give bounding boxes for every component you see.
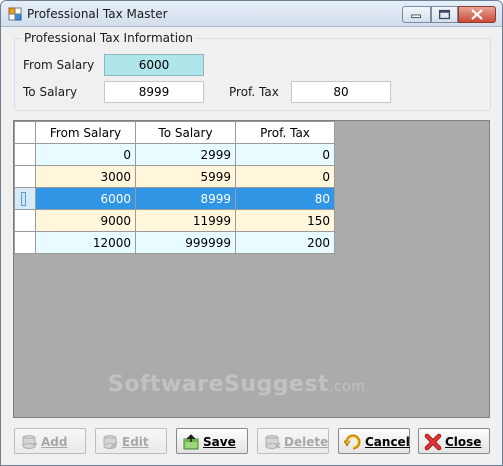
table-row[interactable]: 3000 5999 0: [14, 165, 335, 188]
row-header-selected[interactable]: [14, 187, 36, 210]
save-icon: [183, 434, 199, 450]
cell-to-salary[interactable]: 2999: [135, 143, 236, 166]
app-window: Professional Tax Master Professional Tax…: [0, 0, 503, 466]
save-button[interactable]: Save: [176, 428, 248, 454]
window-title: Professional Tax Master: [27, 7, 168, 21]
title-bar[interactable]: Professional Tax Master: [1, 1, 502, 27]
row-header[interactable]: [14, 165, 36, 188]
save-button-label: Save: [203, 435, 236, 449]
add-button-label: Add: [41, 435, 68, 449]
cell-to-salary[interactable]: 5999: [135, 165, 236, 188]
maximize-button[interactable]: [431, 6, 458, 23]
cell-to-salary[interactable]: 999999: [135, 231, 236, 254]
row-header-corner[interactable]: [14, 121, 36, 144]
current-row-marker: [21, 191, 26, 206]
minimize-button[interactable]: [402, 6, 431, 23]
cell-prof-tax[interactable]: 0: [235, 143, 335, 166]
tax-info-group: [14, 38, 491, 111]
tax-table: From Salary To Salary Prof. Tax 0 2999 0…: [14, 121, 335, 254]
close-window-button[interactable]: [458, 6, 496, 23]
cell-from-salary[interactable]: 0: [35, 143, 136, 166]
table-row[interactable]: 12000 999999 200: [14, 231, 335, 254]
close-button[interactable]: Close: [418, 428, 490, 454]
cell-prof-tax[interactable]: 80: [235, 187, 335, 210]
watermark-suffix: .com: [329, 379, 366, 395]
group-legend: Professional Tax Information: [22, 31, 196, 45]
row-header[interactable]: [14, 209, 36, 232]
undo-arrow-icon: [344, 434, 361, 450]
cell-to-salary[interactable]: 11999: [135, 209, 236, 232]
row-header[interactable]: [14, 143, 36, 166]
table-row[interactable]: 0 2999 0: [14, 143, 335, 166]
cell-from-salary[interactable]: 3000: [35, 165, 136, 188]
watermark-main: SoftwareSuggest: [108, 372, 330, 397]
to-salary-field[interactable]: 8999: [104, 81, 204, 103]
close-icon: [471, 9, 483, 20]
delete-button[interactable]: Delete: [257, 428, 329, 454]
edit-icon: [103, 435, 118, 449]
edit-button-label: Edit: [122, 435, 149, 449]
cell-prof-tax[interactable]: 200: [235, 231, 335, 254]
table-row[interactable]: 9000 11999 150: [14, 209, 335, 232]
red-x-icon: [424, 433, 442, 451]
delete-button-label: Delete: [284, 435, 329, 449]
app-icon: [8, 7, 22, 21]
from-salary-field[interactable]: 6000: [104, 54, 204, 76]
cell-from-salary[interactable]: 6000: [35, 187, 136, 210]
delete-icon: [265, 435, 281, 449]
row-header[interactable]: [14, 231, 36, 254]
edit-button[interactable]: Edit: [95, 428, 167, 454]
column-header-to-salary[interactable]: To Salary: [135, 121, 236, 144]
cell-prof-tax[interactable]: 0: [235, 165, 335, 188]
add-button[interactable]: Add: [14, 428, 86, 454]
cell-from-salary[interactable]: 9000: [35, 209, 136, 232]
watermark: SoftwareSuggest.com: [108, 372, 365, 397]
cell-prof-tax[interactable]: 150: [235, 209, 335, 232]
table-row-selected[interactable]: 6000 8999 80: [14, 187, 335, 210]
from-salary-label: From Salary: [23, 58, 95, 72]
prof-tax-field[interactable]: 80: [291, 81, 391, 103]
column-header-prof-tax[interactable]: Prof. Tax: [235, 121, 335, 144]
table-header-row: From Salary To Salary Prof. Tax: [14, 121, 335, 144]
cell-to-salary[interactable]: 8999: [135, 187, 236, 210]
add-icon: [22, 435, 37, 449]
column-header-from-salary[interactable]: From Salary: [35, 121, 136, 144]
cancel-button[interactable]: Cancel: [338, 428, 410, 454]
cell-from-salary[interactable]: 12000: [35, 231, 136, 254]
to-salary-label: To Salary: [23, 85, 78, 99]
prof-tax-label: Prof. Tax: [229, 85, 279, 99]
maximize-icon: [438, 9, 451, 20]
cancel-button-label: Cancel: [365, 435, 410, 449]
minimize-icon: [411, 14, 421, 19]
close-button-label: Close: [445, 435, 482, 449]
